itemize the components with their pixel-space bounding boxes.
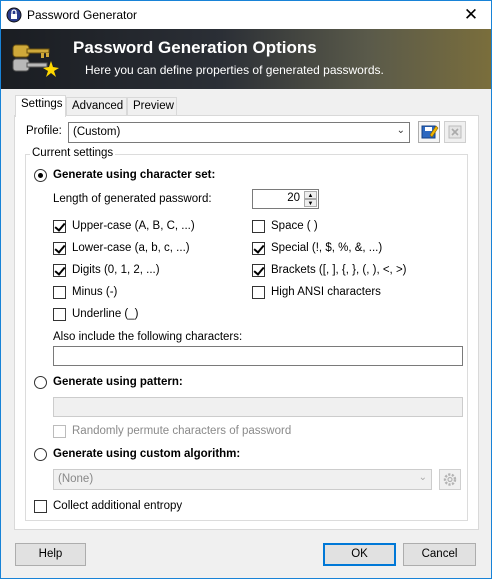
chevron-down-icon: ⌄ xyxy=(418,472,427,483)
ok-button[interactable]: OK xyxy=(323,543,396,566)
length-spinner[interactable]: ▲ ▼ xyxy=(304,191,317,207)
chevron-down-icon: ⌄ xyxy=(396,125,405,136)
length-label: Length of generated password: xyxy=(53,193,212,205)
digits-checkbox[interactable] xyxy=(53,264,66,277)
underline-checkbox[interactable] xyxy=(53,308,66,321)
profile-label: Profile: xyxy=(26,125,62,137)
charset-radio[interactable] xyxy=(34,169,47,182)
lowercase-checkbox[interactable] xyxy=(53,242,66,255)
brackets-checkbox[interactable] xyxy=(252,264,265,277)
profile-combobox[interactable]: (Custom) ⌄ xyxy=(68,122,410,143)
entropy-label: Collect additional entropy xyxy=(53,500,183,512)
gear-icon xyxy=(443,473,457,486)
chevron-down-icon[interactable]: ▼ xyxy=(304,199,317,207)
include-characters-input[interactable] xyxy=(53,346,463,366)
save-profile-icon xyxy=(421,125,439,139)
minus-label: Minus (-) xyxy=(72,286,118,298)
length-value: 20 xyxy=(287,192,300,204)
high-ansi-label: High ANSI characters xyxy=(271,286,381,298)
banner-title: Password Generation Options xyxy=(73,38,317,57)
uppercase-checkbox[interactable] xyxy=(53,220,66,233)
space-checkbox[interactable] xyxy=(252,220,265,233)
save-profile-button[interactable] xyxy=(418,121,440,143)
help-button[interactable]: Help xyxy=(15,543,86,566)
permute-label: Randomly permute characters of password xyxy=(72,425,292,437)
uppercase-label: Upper-case (A, B, C, ...) xyxy=(72,220,195,232)
banner-subtitle: Here you can define properties of genera… xyxy=(85,63,384,77)
brackets-label: Brackets ([, ], {, }, (, ), <, >) xyxy=(271,264,407,276)
delete-profile-icon xyxy=(448,125,462,139)
permute-checkbox[interactable] xyxy=(53,425,66,438)
tab-preview[interactable]: Preview xyxy=(127,97,177,116)
pattern-radio[interactable] xyxy=(34,376,47,389)
charset-radio-label[interactable]: Generate using character set: xyxy=(53,169,215,181)
current-settings-title: Current settings xyxy=(30,147,116,159)
custom-algorithm-combobox[interactable]: (None) ⌄ xyxy=(53,469,432,490)
window-title: Password Generator xyxy=(27,8,138,22)
minus-checkbox[interactable] xyxy=(53,286,66,299)
space-label: Space ( ) xyxy=(271,220,318,232)
algorithm-settings-button[interactable] xyxy=(439,469,461,490)
password-generator-window: Password Generator ✕ Password Generation… xyxy=(0,0,492,579)
custom-algorithm-radio[interactable] xyxy=(34,448,47,461)
special-checkbox[interactable] xyxy=(252,242,265,255)
underline-label: Underline (_) xyxy=(72,308,139,320)
delete-profile-button[interactable] xyxy=(444,121,466,143)
custom-algorithm-radio-label[interactable]: Generate using custom algorithm: xyxy=(53,448,240,460)
lowercase-label: Lower-case (a, b, c, ...) xyxy=(72,242,190,254)
include-label: Also include the following characters: xyxy=(53,331,243,343)
tab-advanced[interactable]: Advanced xyxy=(66,97,127,116)
title-bar: Password Generator ✕ xyxy=(1,1,491,29)
tab-settings[interactable]: Settings xyxy=(15,95,66,117)
chevron-up-icon[interactable]: ▲ xyxy=(304,191,317,199)
header-banner: Password Generation Options Here you can… xyxy=(1,29,491,89)
close-button[interactable]: ✕ xyxy=(451,1,491,29)
high-ansi-checkbox[interactable] xyxy=(252,286,265,299)
profile-value: (Custom) xyxy=(73,126,121,138)
entropy-checkbox[interactable] xyxy=(34,500,47,513)
digits-label: Digits (0, 1, 2, ...) xyxy=(72,264,160,276)
keys-icon xyxy=(12,44,59,77)
custom-algorithm-value: (None) xyxy=(58,473,94,485)
special-label: Special (!, $, %, &, ...) xyxy=(271,242,383,254)
cancel-button[interactable]: Cancel xyxy=(403,543,476,566)
pattern-input[interactable] xyxy=(53,397,463,417)
pattern-radio-label[interactable]: Generate using pattern: xyxy=(53,376,183,388)
password-generator-icon xyxy=(6,7,22,23)
length-stepper[interactable]: 20 ▲ ▼ xyxy=(252,189,319,209)
